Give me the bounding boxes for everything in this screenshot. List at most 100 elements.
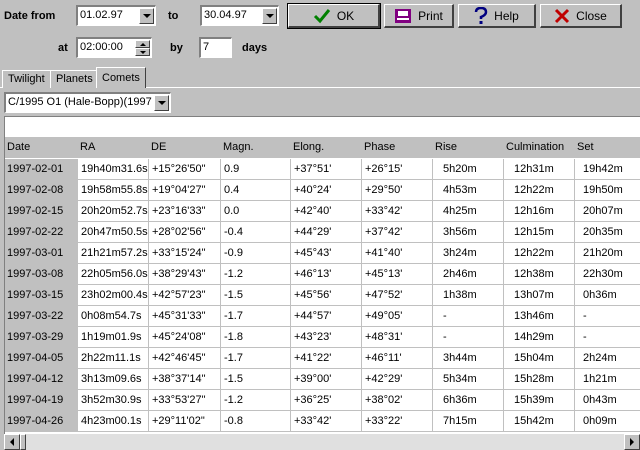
cell-ra[interactable]: 0h08m54.7s bbox=[78, 306, 149, 327]
table-row[interactable]: 1997-04-05 2h22m11.1s +42°46'45" -1.7 +41°22… bbox=[5, 348, 640, 369]
cell-magn[interactable]: 0.0 bbox=[221, 201, 291, 222]
cell-set[interactable]: 0h36m bbox=[575, 285, 640, 306]
cell-de[interactable]: +23°16'33" bbox=[149, 201, 221, 222]
cell-culmination[interactable]: 12h22m bbox=[504, 243, 575, 264]
comet-select-dropdown-button[interactable] bbox=[154, 95, 169, 111]
cell-elong[interactable]: +42°40' bbox=[291, 201, 362, 222]
cell-phase[interactable]: +47°52' bbox=[362, 285, 433, 306]
cell-ra[interactable]: 19h58m55.8s bbox=[78, 180, 149, 201]
table-row[interactable]: 1997-03-01 21h21m57.2s +33°15'24" -0.9 +45°4… bbox=[5, 243, 640, 264]
cell-phase[interactable]: +29°50' bbox=[362, 180, 433, 201]
cell-set[interactable]: 19h42m bbox=[575, 159, 640, 180]
horizontal-scrollbar[interactable] bbox=[4, 434, 640, 450]
cell-ra[interactable]: 3h52m30.9s bbox=[78, 390, 149, 411]
scroll-left-button[interactable] bbox=[4, 434, 20, 450]
ok-button[interactable]: OK bbox=[287, 3, 381, 29]
cell-rise[interactable]: 4h53m bbox=[433, 180, 504, 201]
scroll-thumb[interactable] bbox=[20, 434, 26, 450]
cell-rise[interactable]: 5h20m bbox=[433, 159, 504, 180]
cell-ra[interactable]: 19h40m31.6s bbox=[78, 159, 149, 180]
cell-culmination[interactable]: 13h07m bbox=[504, 285, 575, 306]
ephemeris-table[interactable]: Date RA DE Magn. Elong. Phase Rise Culmi… bbox=[4, 116, 640, 434]
table-row[interactable]: 1997-04-19 3h52m30.9s +33°53'27" -1.2 +36°25… bbox=[5, 390, 640, 411]
cell-set[interactable]: - bbox=[575, 306, 640, 327]
cell-phase[interactable]: +33°42' bbox=[362, 201, 433, 222]
cell-magn[interactable]: -0.9 bbox=[221, 243, 291, 264]
date-from-field[interactable]: 01.02.97 bbox=[76, 5, 156, 26]
cell-set[interactable]: 1h21m bbox=[575, 369, 640, 390]
cell-culmination[interactable]: 12h31m bbox=[504, 159, 575, 180]
cell-rise[interactable]: 3h44m bbox=[433, 348, 504, 369]
cell-rise[interactable]: 6h36m bbox=[433, 390, 504, 411]
cell-set[interactable]: 19h50m bbox=[575, 180, 640, 201]
cell-magn[interactable]: -0.8 bbox=[221, 411, 291, 432]
tab-planets[interactable]: Planets bbox=[50, 70, 99, 88]
cell-elong[interactable]: +33°42' bbox=[291, 411, 362, 432]
cell-magn[interactable]: -1.7 bbox=[221, 306, 291, 327]
table-row[interactable]: 1997-03-22 0h08m54.7s +45°31'33" -1.7 +44°57… bbox=[5, 306, 640, 327]
cell-magn[interactable]: -1.5 bbox=[221, 369, 291, 390]
cell-de[interactable]: +33°53'27" bbox=[149, 390, 221, 411]
cell-elong[interactable]: +37°51' bbox=[291, 159, 362, 180]
cell-rise[interactable]: 1h38m bbox=[433, 285, 504, 306]
cell-rise[interactable]: 4h25m bbox=[433, 201, 504, 222]
date-to-field[interactable]: 30.04.97 bbox=[200, 5, 279, 26]
cell-de[interactable]: +38°29'43" bbox=[149, 264, 221, 285]
cell-elong[interactable]: +44°29' bbox=[291, 222, 362, 243]
cell-ra[interactable]: 3h13m09.6s bbox=[78, 369, 149, 390]
cell-set[interactable]: 0h43m bbox=[575, 390, 640, 411]
cell-elong[interactable]: +40°24' bbox=[291, 180, 362, 201]
cell-de[interactable]: +29°11'02" bbox=[149, 411, 221, 432]
cell-de[interactable]: +33°15'24" bbox=[149, 243, 221, 264]
cell-set[interactable]: 20h07m bbox=[575, 201, 640, 222]
table-row[interactable]: 1997-02-08 19h58m55.8s +19°04'27" 0.4 +40°24… bbox=[5, 180, 640, 201]
cell-phase[interactable]: +37°42' bbox=[362, 222, 433, 243]
cell-elong[interactable]: +36°25' bbox=[291, 390, 362, 411]
cell-set[interactable]: - bbox=[575, 327, 640, 348]
cell-elong[interactable]: +45°43' bbox=[291, 243, 362, 264]
cell-phase[interactable]: +42°29' bbox=[362, 369, 433, 390]
cell-ra[interactable]: 1h19m01.9s bbox=[78, 327, 149, 348]
step-field[interactable]: 7 bbox=[199, 37, 232, 58]
cell-magn[interactable]: 0.4 bbox=[221, 180, 291, 201]
time-spinner[interactable] bbox=[135, 40, 150, 56]
cell-de[interactable]: +45°31'33" bbox=[149, 306, 221, 327]
cell-ra[interactable]: 4h23m00.1s bbox=[78, 411, 149, 432]
cell-rise[interactable]: 5h34m bbox=[433, 369, 504, 390]
cell-ra[interactable]: 20h47m50.5s bbox=[78, 222, 149, 243]
help-button[interactable]: Help bbox=[458, 4, 536, 28]
cell-set[interactable]: 20h35m bbox=[575, 222, 640, 243]
cell-culmination[interactable]: 13h46m bbox=[504, 306, 575, 327]
tab-comets[interactable]: Comets bbox=[96, 67, 146, 88]
cell-phase[interactable]: +41°40' bbox=[362, 243, 433, 264]
close-button[interactable]: Close bbox=[540, 4, 622, 28]
cell-phase[interactable]: +49°05' bbox=[362, 306, 433, 327]
cell-magn[interactable]: 0.9 bbox=[221, 159, 291, 180]
cell-rise[interactable]: 3h24m bbox=[433, 243, 504, 264]
cell-magn[interactable]: -1.5 bbox=[221, 285, 291, 306]
cell-de[interactable]: +42°46'45" bbox=[149, 348, 221, 369]
cell-de[interactable]: +42°57'23" bbox=[149, 285, 221, 306]
cell-set[interactable]: 21h20m bbox=[575, 243, 640, 264]
scroll-right-button[interactable] bbox=[624, 434, 640, 450]
table-row[interactable]: 1997-02-15 20h20m52.7s +23°16'33" 0.0 +42°40… bbox=[5, 201, 640, 222]
table-row[interactable]: 1997-04-26 4h23m00.1s +29°11'02" -0.8 +33°42… bbox=[5, 411, 640, 432]
table-row[interactable]: 1997-03-29 1h19m01.9s +45°24'08" -1.8 +43°23… bbox=[5, 327, 640, 348]
cell-rise[interactable]: 2h46m bbox=[433, 264, 504, 285]
cell-de[interactable]: +45°24'08" bbox=[149, 327, 221, 348]
cell-elong[interactable]: +41°22' bbox=[291, 348, 362, 369]
table-row[interactable]: 1997-02-01 19h40m31.6s +15°26'50" 0.9 +37°51… bbox=[5, 159, 640, 180]
cell-magn[interactable]: -1.2 bbox=[221, 264, 291, 285]
date-to-dropdown-button[interactable] bbox=[262, 8, 277, 24]
cell-de[interactable]: +28°02'56" bbox=[149, 222, 221, 243]
cell-phase[interactable]: +45°13' bbox=[362, 264, 433, 285]
cell-ra[interactable]: 22h05m56.0s bbox=[78, 264, 149, 285]
cell-ra[interactable]: 23h02m00.4s bbox=[78, 285, 149, 306]
cell-de[interactable]: +15°26'50" bbox=[149, 159, 221, 180]
cell-elong[interactable]: +44°57' bbox=[291, 306, 362, 327]
time-spin-down-button[interactable] bbox=[135, 48, 150, 56]
time-spin-up-button[interactable] bbox=[135, 40, 150, 48]
cell-culmination[interactable]: 15h39m bbox=[504, 390, 575, 411]
cell-rise[interactable]: - bbox=[433, 327, 504, 348]
cell-phase[interactable]: +38°02' bbox=[362, 390, 433, 411]
